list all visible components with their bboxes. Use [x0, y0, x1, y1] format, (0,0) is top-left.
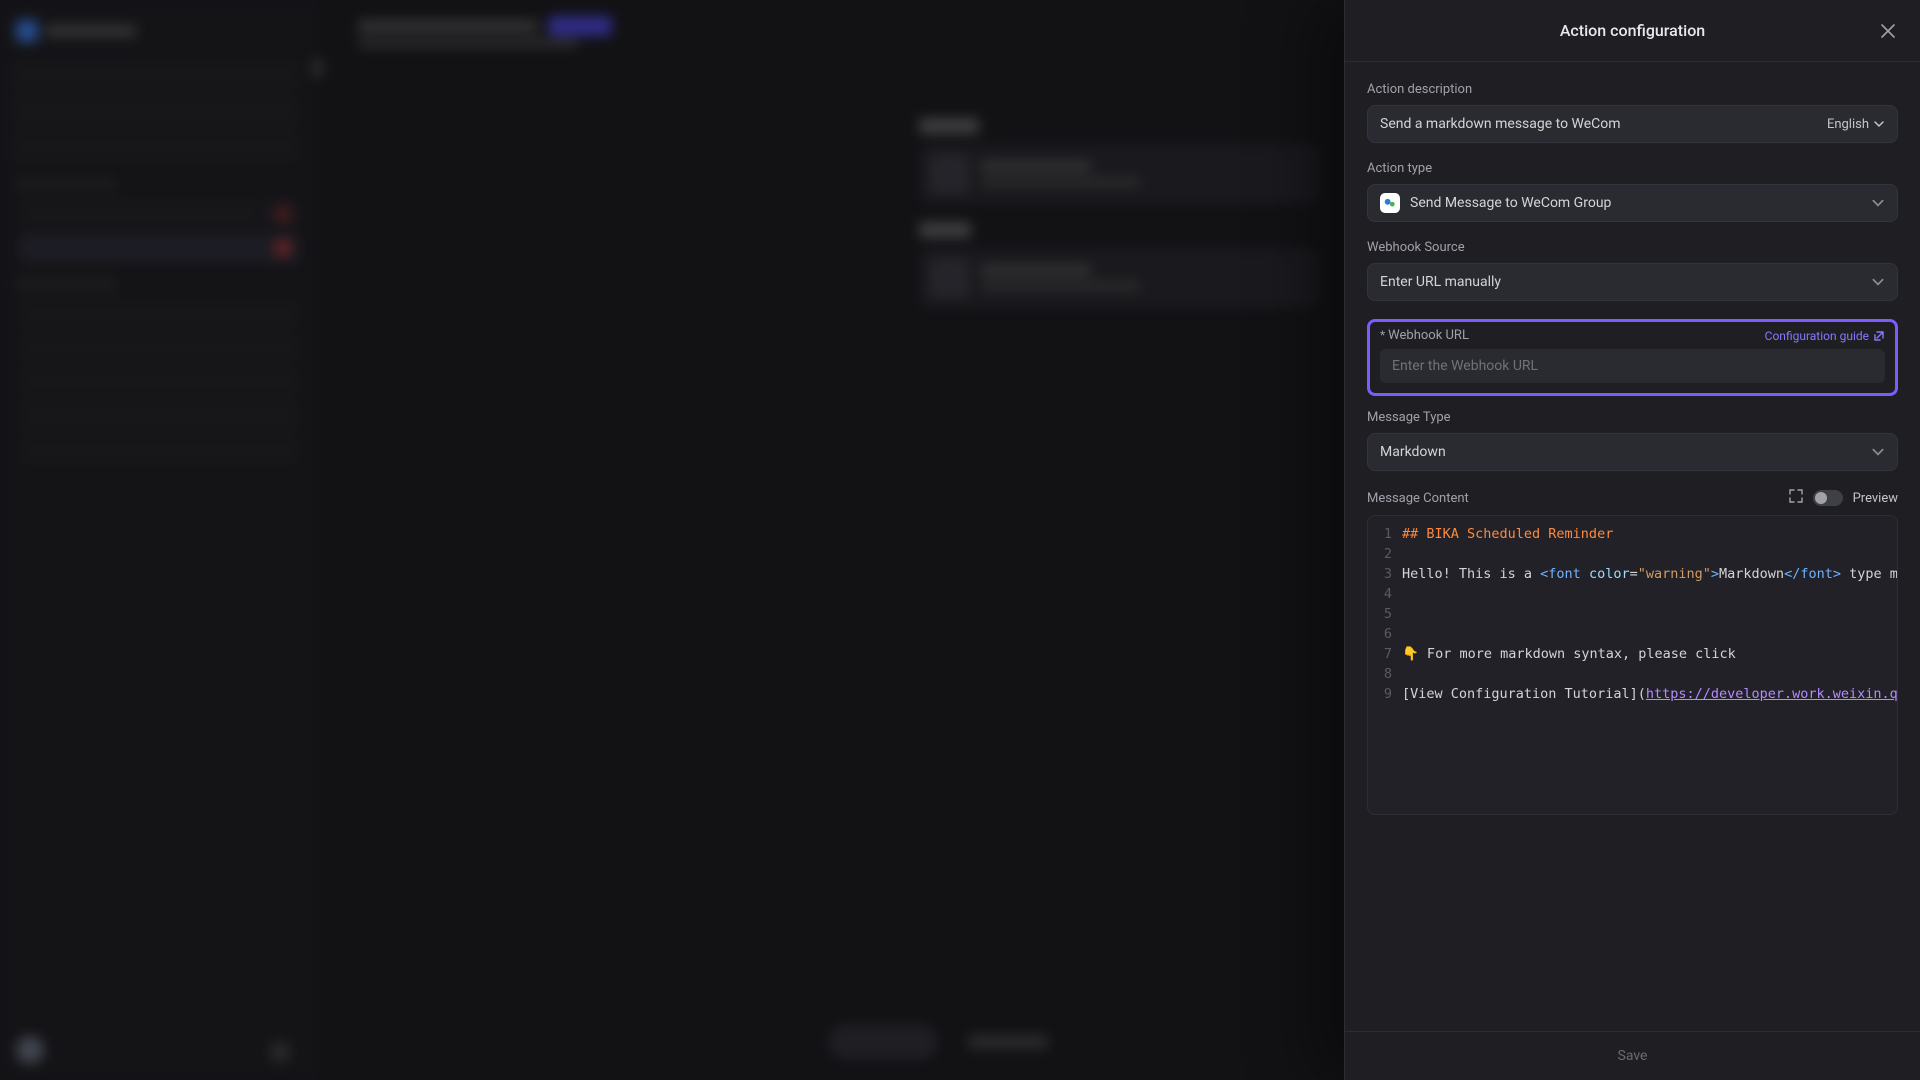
external-link-icon	[1873, 330, 1885, 342]
webhook-url-placeholder: Enter the Webhook URL	[1392, 358, 1538, 374]
field-webhook-source: Webhook Source Enter URL manually	[1367, 240, 1898, 301]
desc-value: Send a markdown message to WeCom	[1380, 116, 1621, 132]
label-webhook-url: Webhook URL Configuration guide	[1380, 328, 1885, 343]
code-line: 5	[1368, 604, 1897, 624]
panel-header: Action configuration	[1345, 0, 1920, 62]
field-message-type: Message Type Markdown	[1367, 410, 1898, 471]
select-webhook-source[interactable]: Enter URL manually	[1367, 263, 1898, 301]
close-button[interactable]	[1876, 19, 1900, 43]
expand-button[interactable]	[1789, 489, 1803, 507]
code-line: 1## BIKA Scheduled Reminder	[1368, 524, 1897, 544]
field-action-description: Action description Send a markdown messa…	[1367, 82, 1898, 143]
input-webhook-url[interactable]: Enter the Webhook URL	[1380, 349, 1885, 383]
chevron-down-icon	[1873, 118, 1885, 130]
chevron-down-icon	[1871, 445, 1885, 459]
type-value: Send Message to WeCom Group	[1410, 195, 1611, 211]
panel-footer: Save	[1345, 1031, 1920, 1080]
code-line: 6	[1368, 624, 1897, 644]
language-select[interactable]: English	[1827, 117, 1885, 132]
select-action-type[interactable]: Send Message to WeCom Group	[1367, 184, 1898, 222]
source-value: Enter URL manually	[1380, 274, 1501, 290]
config-guide-link[interactable]: Configuration guide	[1765, 329, 1885, 343]
code-line: 3Hello! This is a <font color="warning">…	[1368, 564, 1897, 584]
code-line: 4	[1368, 584, 1897, 604]
wecom-icon	[1380, 193, 1400, 213]
chevron-down-icon	[1871, 196, 1885, 210]
field-action-type: Action type Send Message to WeCom Group	[1367, 161, 1898, 222]
close-icon	[1881, 24, 1895, 38]
label-action-description: Action description	[1367, 82, 1898, 97]
save-button[interactable]: Save	[1618, 1048, 1648, 1064]
dim-overlay	[0, 0, 1344, 1080]
preview-label: Preview	[1853, 491, 1898, 506]
label-action-type: Action type	[1367, 161, 1898, 176]
webhook-url-label-text: Webhook URL	[1380, 328, 1469, 343]
lang-value: English	[1827, 117, 1869, 132]
expand-icon	[1789, 489, 1803, 503]
input-action-description[interactable]: Send a markdown message to WeCom English	[1367, 105, 1898, 143]
action-config-panel: Action configuration Action description …	[1344, 0, 1920, 1080]
webhook-url-highlight: Webhook URL Configuration guide Enter th…	[1367, 319, 1898, 396]
preview-toggle[interactable]	[1813, 490, 1843, 506]
code-line: 7👇 For more markdown syntax, please clic…	[1368, 644, 1897, 664]
code-line: 9[View Configuration Tutorial](https://d…	[1368, 684, 1897, 704]
code-line: 2	[1368, 544, 1897, 564]
panel-body: Action description Send a markdown messa…	[1345, 62, 1920, 1031]
field-message-content: Message Content Preview 1## BIKA Schedul…	[1367, 489, 1898, 815]
select-message-type[interactable]: Markdown	[1367, 433, 1898, 471]
panel-title: Action configuration	[1560, 21, 1705, 40]
label-webhook-source: Webhook Source	[1367, 240, 1898, 255]
chevron-down-icon	[1871, 275, 1885, 289]
label-message-content: Message Content	[1367, 491, 1469, 506]
label-message-type: Message Type	[1367, 410, 1898, 425]
code-line: 8	[1368, 664, 1897, 684]
msgtype-value: Markdown	[1380, 444, 1446, 460]
code-editor[interactable]: 1## BIKA Scheduled Reminder23Hello! This…	[1367, 515, 1898, 815]
